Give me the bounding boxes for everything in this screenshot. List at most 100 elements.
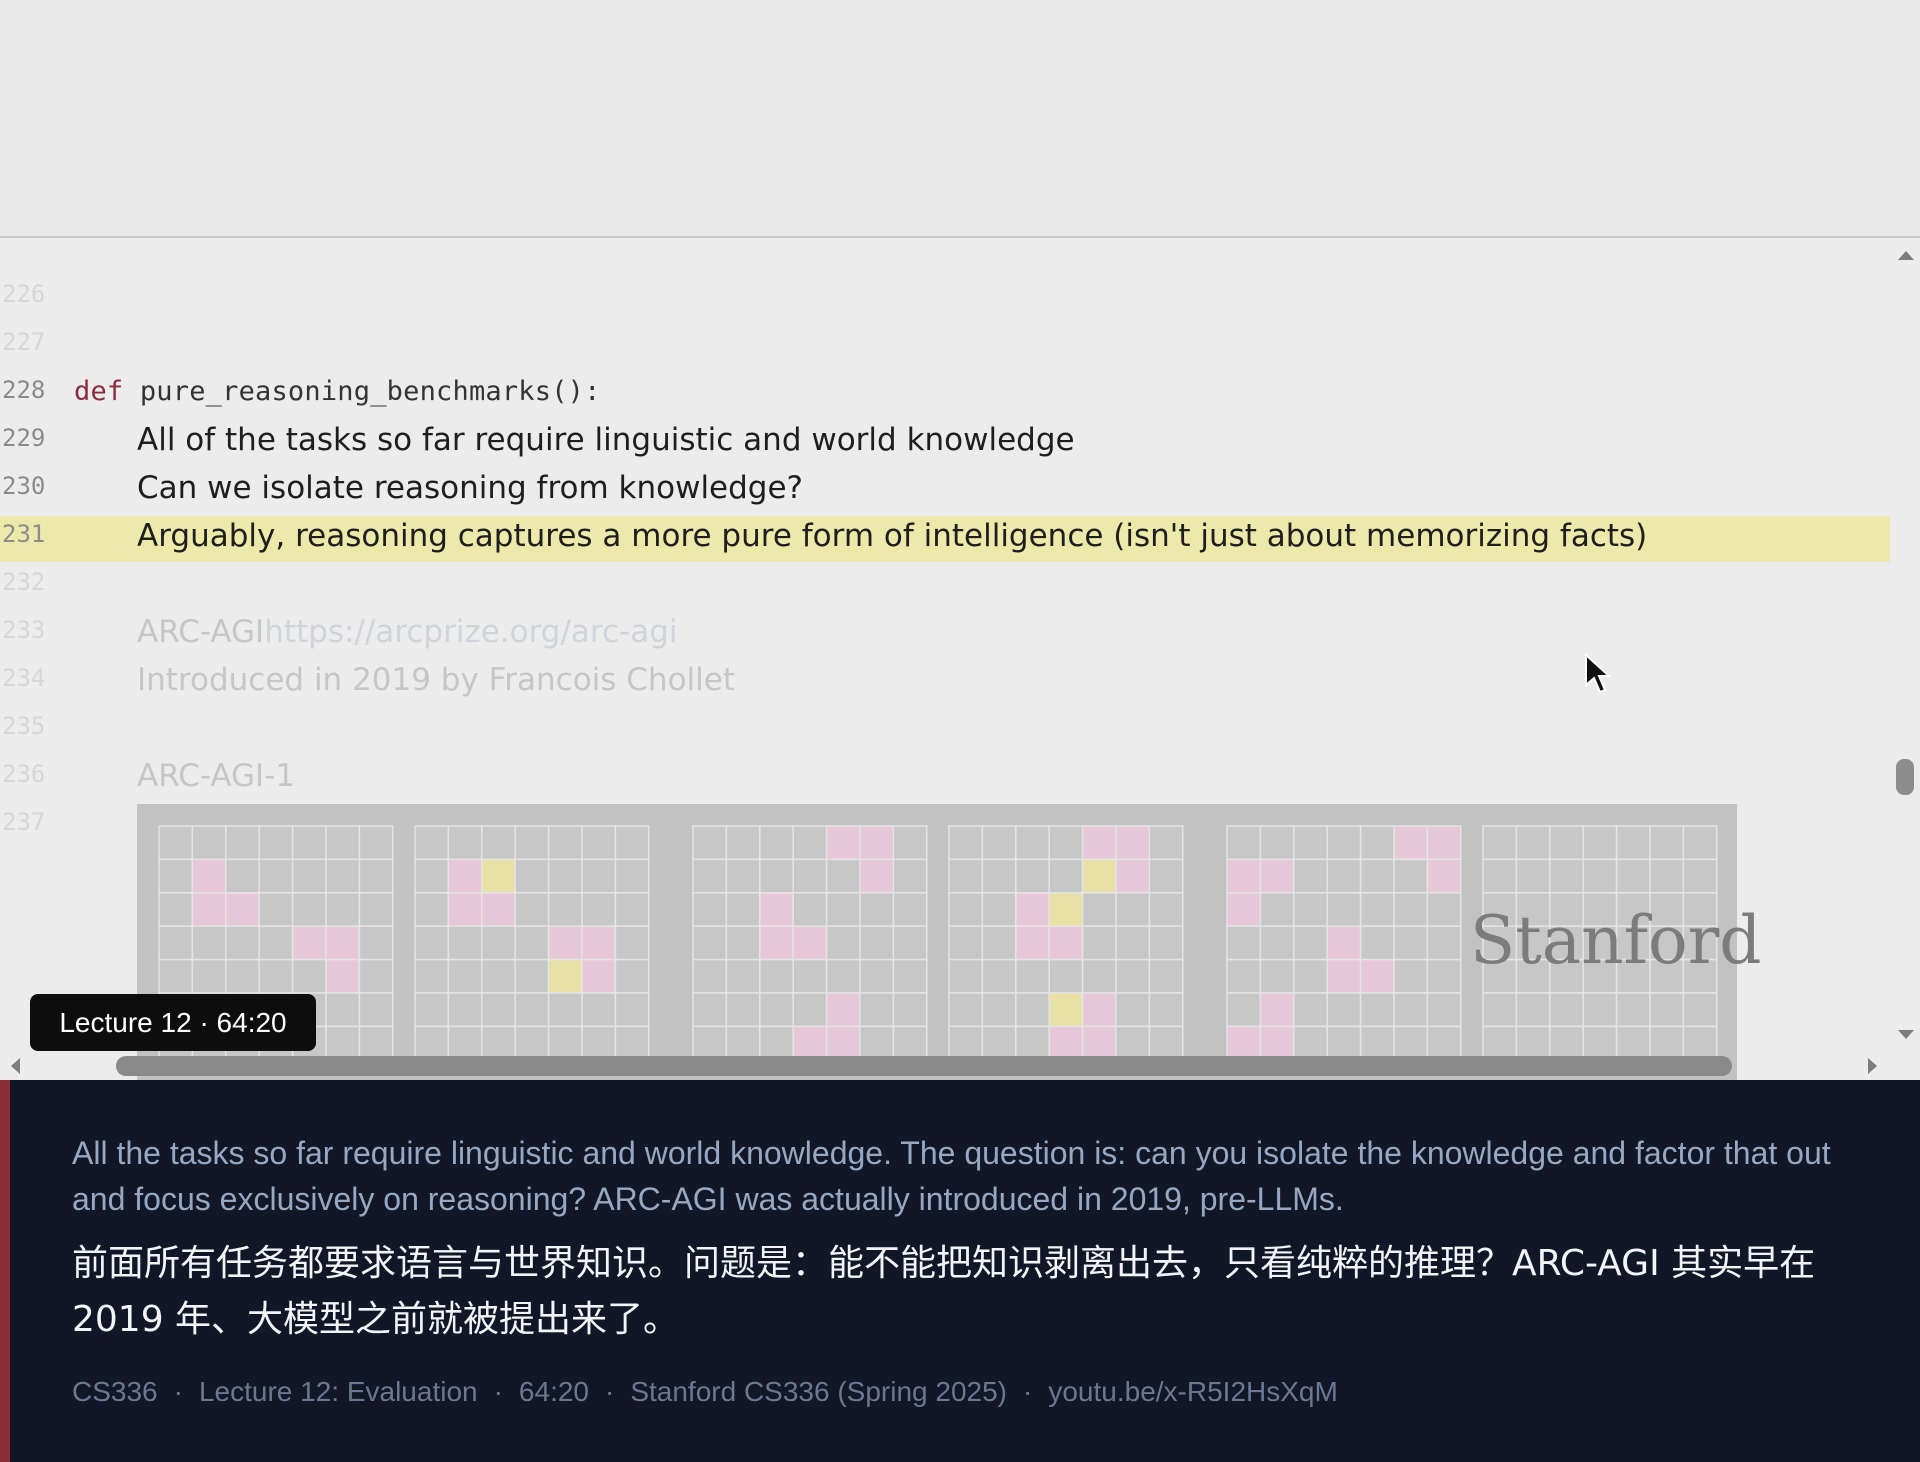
line-number: 229 xyxy=(2,424,46,452)
line-text: ARC-AGIhttps://arcprize.org/arc-agi xyxy=(137,614,678,650)
arc-grid-cell xyxy=(1226,1025,1262,1061)
code-editor[interactable]: 226 227 228 def pure_reasoning_benchmark… xyxy=(0,238,1920,1080)
arc-grid-cell xyxy=(258,858,294,894)
arc-grid-cell xyxy=(892,992,928,1028)
arc-grid xyxy=(948,825,1184,1061)
arc-grid-cell xyxy=(1326,1025,1362,1061)
arc-grid-cell xyxy=(1326,892,1362,927)
arc-grid-cell xyxy=(725,925,761,961)
arc-grid-cell xyxy=(1293,992,1328,1028)
arc-grid-cell xyxy=(158,825,194,861)
arc-agi-link[interactable]: https://arcprize.org/arc-agi xyxy=(264,614,677,650)
separator-dot: · xyxy=(1023,1376,1033,1407)
line-number: 234 xyxy=(2,664,46,692)
vertical-scrollbar-thumb[interactable] xyxy=(1896,759,1914,795)
lecture-timestamp-badge: Lecture 12 · 64:20 xyxy=(30,994,316,1051)
arc-grid-cell xyxy=(547,958,583,994)
arc-grid-cell xyxy=(725,992,761,1028)
arc-grid-cell xyxy=(1426,825,1462,861)
code-line: 227 xyxy=(0,324,1890,370)
arc-grid-cell xyxy=(325,825,361,861)
line-number: 236 xyxy=(2,760,46,788)
arc-grid-cell xyxy=(692,858,728,894)
arc-grid-cell xyxy=(258,958,294,994)
arc-grid-cell xyxy=(1226,925,1262,961)
arc-grid-cell xyxy=(948,825,984,861)
arc-grid-cell xyxy=(1393,1025,1429,1061)
arc-grid-cell xyxy=(692,925,728,961)
line-number: 235 xyxy=(2,712,46,740)
arc-grid-cell xyxy=(1326,992,1362,1028)
arc-grid-cell xyxy=(414,925,450,961)
arc-grid-cell xyxy=(1148,992,1184,1028)
arc-grid-cell xyxy=(1393,925,1429,961)
scroll-right-arrow-icon[interactable] xyxy=(1866,1056,1880,1076)
arc-grid-cell xyxy=(981,1025,1017,1061)
arc-grid-cell xyxy=(1226,825,1262,861)
arc-grid-cell xyxy=(447,958,483,994)
arc-grid-cell xyxy=(792,858,828,894)
arc-grid-cell xyxy=(1393,825,1429,861)
arc-grid-cell xyxy=(291,958,327,994)
arc-grid-cell xyxy=(481,925,516,961)
arc-grid-cell xyxy=(1081,958,1117,994)
arc-grid-cell xyxy=(1359,858,1395,894)
arc-grid-cell xyxy=(948,892,984,927)
arc-grid-cell xyxy=(1615,1025,1651,1061)
arc-grid-cell xyxy=(981,992,1017,1028)
arc-grid-cell xyxy=(1081,892,1117,927)
arc-grid-cell xyxy=(158,892,194,927)
arc-grid-cell xyxy=(225,925,260,961)
def-keyword: def xyxy=(74,376,124,407)
arc-grid-cell xyxy=(1115,958,1151,994)
scroll-left-arrow-icon[interactable] xyxy=(8,1056,22,1076)
arc-grid-cell xyxy=(1115,858,1151,894)
scroll-up-arrow-icon[interactable] xyxy=(1896,248,1916,262)
chinese-subtitle: 前面所有任务都要求语言与世界知识。问题是：能不能把知识剥离出去，只看纯粹的推理？… xyxy=(72,1243,1816,1340)
video-link[interactable]: youtu.be/x-R5I2HsXqM xyxy=(1048,1376,1337,1407)
arc-grid-cell xyxy=(514,825,550,861)
arc-grid-cell xyxy=(514,925,550,961)
arc-grid-cell xyxy=(825,992,861,1028)
arc-grid-cell xyxy=(1015,958,1050,994)
cursor-arrow-icon xyxy=(1585,653,1612,694)
arc-grid-cell xyxy=(1259,858,1295,894)
horizontal-scrollbar-thumb[interactable] xyxy=(116,1056,1732,1076)
scroll-down-arrow-icon[interactable] xyxy=(1896,1028,1916,1042)
arc-grid-cell xyxy=(892,958,928,994)
arc-grid-cell xyxy=(1426,892,1462,927)
arc-grid-cell xyxy=(1393,992,1429,1028)
arc-grid-cell xyxy=(725,892,761,927)
arc-grid-cell xyxy=(1148,925,1184,961)
arc-grid-cell xyxy=(792,992,828,1028)
arc-grid-cell xyxy=(1259,1025,1295,1061)
arc-grid-cell xyxy=(1326,825,1362,861)
course-code: CS336 xyxy=(72,1376,158,1407)
arc-grid-cell xyxy=(1549,858,1584,894)
arc-grid-cell xyxy=(358,958,394,994)
arc-grid-cell xyxy=(481,958,516,994)
arc-grid-cell xyxy=(1426,992,1462,1028)
arc-grid-cell xyxy=(1326,958,1362,994)
arc-grid-cell xyxy=(191,892,227,927)
arc-grid-cell xyxy=(1682,1025,1718,1061)
arc-grid-cell xyxy=(759,858,794,894)
function-signature: pure_reasoning_benchmarks(): xyxy=(123,376,601,407)
arc-grid-cell xyxy=(1359,992,1395,1028)
arc-grid-cell xyxy=(1293,858,1328,894)
arc-grid-cell xyxy=(581,1025,617,1061)
english-subtitle: All the tasks so far require linguistic … xyxy=(72,1135,1831,1217)
arc-grid-cell xyxy=(1048,958,1084,994)
arc-grid-cell xyxy=(692,825,728,861)
arc-grid-cell xyxy=(1115,992,1151,1028)
arc-grid-cell xyxy=(1226,958,1262,994)
arc-grid-cell xyxy=(981,858,1017,894)
arc-grid-cell xyxy=(325,858,361,894)
arc-grid-cell xyxy=(1549,1025,1584,1061)
arc-grid-cell xyxy=(1226,892,1262,927)
line-text: Introduced in 2019 by Francois Chollet xyxy=(137,662,735,698)
arc-grid-cell xyxy=(481,892,516,927)
arc-grid-cell xyxy=(1259,992,1295,1028)
arc-grid-cell xyxy=(825,892,861,927)
arc-grid-cell xyxy=(892,925,928,961)
